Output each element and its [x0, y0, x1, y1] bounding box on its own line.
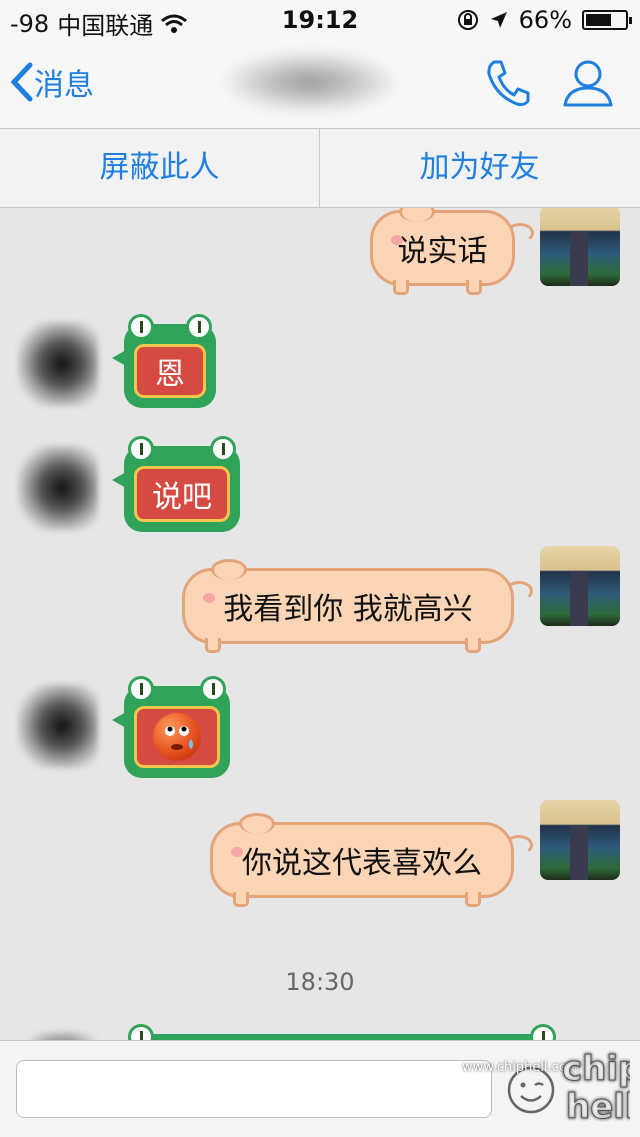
svg-text:chip: chip — [562, 1049, 630, 1089]
my-avatar[interactable] — [540, 546, 620, 626]
location-icon — [490, 12, 507, 28]
svg-text:hell: hell — [566, 1087, 630, 1124]
message-bubble[interactable]: 说实话 — [370, 208, 534, 295]
add-friend-button[interactable]: 加为好友 — [320, 129, 639, 207]
block-user-button[interactable]: 屏蔽此人 — [0, 129, 319, 207]
message-input[interactable] — [16, 1060, 492, 1118]
battery-level — [586, 14, 612, 26]
action-bar: 屏蔽此人 加为好友 — [0, 129, 640, 208]
status-right: 66% — [457, 6, 632, 34]
sweat-face-emoji-icon — [153, 713, 201, 761]
chevron-left-icon — [10, 62, 33, 102]
message-bubble[interactable] — [112, 676, 230, 778]
nav-bar: 消息 — [0, 40, 640, 129]
contact-avatar[interactable] — [18, 446, 98, 530]
contact-avatar[interactable] — [18, 322, 98, 406]
status-bar: -98 中国联通 19:12 66% — [0, 0, 640, 40]
message-text: 说吧 — [152, 480, 212, 515]
message-bubble[interactable]: 说吧 — [112, 436, 240, 532]
contact-profile-icon[interactable] — [562, 58, 614, 108]
contact-name-redacted — [225, 52, 395, 112]
message-text: 说实话 — [397, 234, 488, 269]
contact-avatar[interactable] — [18, 1032, 98, 1040]
message-bubble[interactable]: 恩 — [112, 314, 216, 408]
rotation-lock-icon — [457, 10, 478, 30]
phone-icon[interactable] — [484, 58, 530, 108]
chat-timestamp: 18:30 — [285, 968, 355, 996]
back-button[interactable]: 消息 — [10, 60, 94, 104]
battery-icon — [582, 10, 632, 30]
message-bubble[interactable]: 你说这代表喜欢么 — [210, 813, 533, 907]
message-text: 恩 — [155, 357, 185, 392]
my-avatar[interactable] — [540, 208, 620, 286]
back-label: 消息 — [34, 68, 94, 103]
my-avatar[interactable] — [540, 800, 620, 880]
chat-area[interactable]: 说实话 恩 说吧 我看到你 我就高兴 你说这代表喜欢么 18:30 — [0, 208, 640, 1040]
message-text: 你说这代表喜欢么 — [242, 846, 482, 881]
watermark-logo: chip hell — [560, 1044, 640, 1136]
input-bar — [0, 1040, 640, 1137]
battery-percent: 66% — [518, 6, 572, 34]
message-text: 我看到你 我就高兴 — [223, 592, 473, 627]
message-bubble[interactable]: 我看到你 我就高兴 — [182, 559, 533, 653]
contact-avatar[interactable] — [18, 684, 98, 768]
